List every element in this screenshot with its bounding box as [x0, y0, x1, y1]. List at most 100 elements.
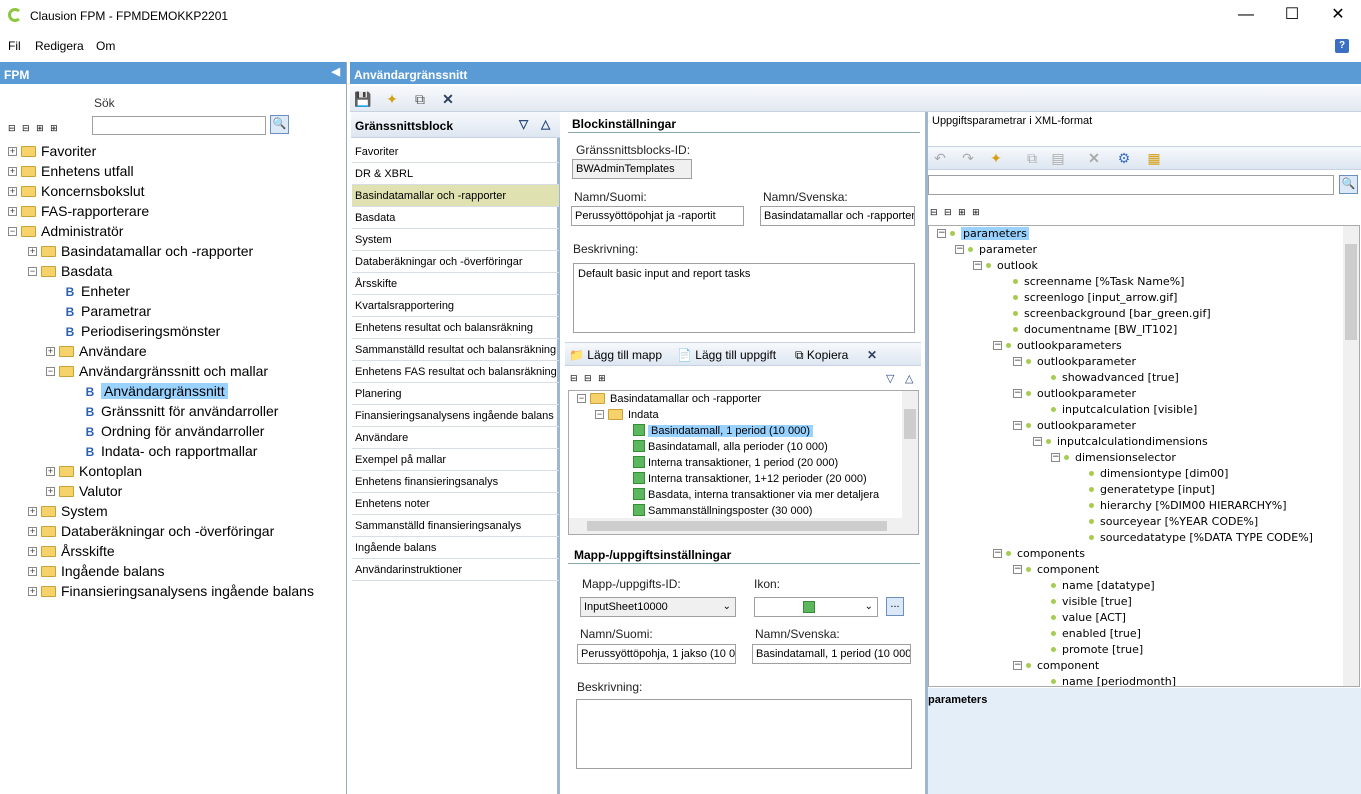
block-item[interactable]: Favoriter: [352, 141, 559, 163]
block-item[interactable]: Ingående balans: [352, 537, 559, 559]
collapse-icon[interactable]: −: [937, 228, 946, 238]
xml-node[interactable]: − components: [993, 546, 1085, 562]
tree-item-anvandargranssnitt-och-mallar[interactable]: − Användargränssnitt och mallar: [46, 361, 268, 381]
copy-button[interactable]: ⧉ Kopiera: [795, 348, 848, 363]
tree-item-finansieringsanalysens-ingaende-balans[interactable]: + Finansieringsanalysens ingående balans: [28, 581, 314, 601]
block-item[interactable]: Exempel på mallar: [352, 449, 559, 471]
tree-item-administrator[interactable]: − Administratör: [8, 221, 123, 241]
expand-icon[interactable]: +: [8, 166, 17, 176]
find-icon[interactable]: ⚙: [1116, 150, 1132, 166]
xml-node[interactable]: − outlookparameters: [993, 338, 1122, 354]
close-icon[interactable]: ✕: [1315, 0, 1361, 32]
tree-item-valutor[interactable]: + Valutor: [46, 481, 122, 501]
expand-icon[interactable]: +: [28, 526, 37, 536]
task-tree-item[interactable]: Interna transaktioner, 1+12 perioder (20…: [633, 471, 867, 487]
collapse-icon[interactable]: −: [973, 260, 982, 270]
xml-node[interactable]: − outlookparameter: [1013, 386, 1136, 402]
collapse-icon[interactable]: −: [1051, 452, 1060, 462]
block-item-selected[interactable]: Basindatamallar och -rapporter: [352, 185, 559, 207]
tree-item-databerakningar[interactable]: + Databeräkningar och -överföringar: [28, 521, 274, 541]
tree-item-koncernsbokslut[interactable]: + Koncernsbokslut: [8, 181, 145, 201]
block-item[interactable]: Basdata: [352, 207, 559, 229]
xml-node[interactable]: − outlookparameter: [1013, 354, 1136, 370]
tree-item-basdata[interactable]: − Basdata: [28, 261, 112, 281]
expand-icon[interactable]: +: [46, 346, 55, 356]
tree-item-enhetens-utfall[interactable]: + Enhetens utfall: [8, 161, 134, 181]
menu-redigera[interactable]: Redigera: [35, 39, 84, 53]
expand-icon[interactable]: +: [28, 546, 37, 556]
move-up-icon[interactable]: △: [541, 117, 550, 131]
block-item[interactable]: Enhetens finansieringsanalys: [352, 471, 559, 493]
xml-node[interactable]: promote [true]: [1051, 642, 1143, 658]
task-tree-item[interactable]: Basindatamall, alla perioder (10 000): [633, 439, 828, 455]
xml-search-input[interactable]: [928, 175, 1334, 195]
block-item[interactable]: DR & XBRL: [352, 163, 559, 185]
search-icon[interactable]: 🔍: [270, 115, 289, 134]
block-name-sv-field[interactable]: Basindatamallar och -rapporter: [760, 206, 915, 226]
tree-item-kontoplan[interactable]: + Kontoplan: [46, 461, 142, 481]
collapse-icon[interactable]: −: [955, 244, 964, 254]
block-item[interactable]: Användarinstruktioner: [352, 559, 559, 581]
copy-icon[interactable]: ⧉: [412, 91, 428, 107]
delete-icon[interactable]: ✕: [440, 91, 456, 107]
expand-icon[interactable]: +: [28, 246, 37, 256]
xml-tree-vscroll[interactable]: [1343, 226, 1359, 686]
tree-item-system[interactable]: + System: [28, 501, 108, 521]
tree-item-basindatamallar[interactable]: + Basindatamallar och -rapporter: [28, 241, 253, 261]
block-id-field[interactable]: BWAdminTemplates: [572, 159, 692, 179]
tree-item-fas-rapporterare[interactable]: + FAS-rapporterare: [8, 201, 149, 221]
tree-item-parametrar[interactable]: B Parametrar: [64, 301, 151, 321]
browse-icon-button[interactable]: ...: [886, 597, 904, 616]
tree-item-granssnitt-for-anvandarroller[interactable]: B Gränssnitt för användarroller: [84, 401, 279, 421]
tree-item-ordning-for-anvandarroller[interactable]: B Ordning för användarroller: [84, 421, 265, 441]
paste-node-icon[interactable]: ▤: [1050, 150, 1066, 166]
move-down-icon[interactable]: ▽: [886, 372, 894, 385]
task-name-sv-field[interactable]: Basindatamall, 1 period (10 000): [752, 644, 911, 664]
expand-icon[interactable]: +: [46, 486, 55, 496]
task-tree-folder[interactable]: − Basindatamallar och -rapporter: [577, 391, 761, 407]
collapse-icon[interactable]: −: [993, 340, 1002, 350]
xml-node[interactable]: screenbackground [bar_green.gif]: [1013, 306, 1211, 322]
minimize-icon[interactable]: —: [1223, 0, 1269, 32]
block-item[interactable]: Kvartalsrapportering: [352, 295, 559, 317]
block-item[interactable]: Enhetens noter: [352, 493, 559, 515]
task-tree-item[interactable]: Basdata, interna transaktioner via mer d…: [633, 487, 879, 503]
xml-node[interactable]: name [periodmonth]: [1051, 674, 1176, 686]
collapse-icon[interactable]: −: [993, 548, 1002, 558]
scroll-thumb[interactable]: [904, 409, 916, 439]
scroll-thumb[interactable]: [587, 521, 887, 531]
xml-node[interactable]: − parameters: [937, 226, 1029, 242]
task-tree-vscroll[interactable]: [902, 391, 918, 518]
collapse-icon[interactable]: −: [1033, 436, 1042, 446]
redo-icon[interactable]: ↷: [960, 150, 976, 166]
expand-icon[interactable]: +: [8, 186, 17, 196]
tree-item-favoriter[interactable]: + Favoriter: [8, 141, 96, 161]
add-node-icon[interactable]: ✦: [988, 150, 1004, 166]
block-desc-field[interactable]: Default basic input and report tasks: [573, 263, 915, 333]
undo-icon[interactable]: ↶: [932, 150, 948, 166]
xml-node[interactable]: sourcedatatype [%DATA TYPE CODE%]: [1089, 530, 1313, 546]
menu-fil[interactable]: Fil: [8, 39, 21, 53]
block-name-fi-field[interactable]: Perussyöttöpohjat ja -raportit: [571, 206, 744, 226]
xml-node[interactable]: inputcalculation [visible]: [1051, 402, 1197, 418]
task-tree-folder[interactable]: − Indata: [595, 407, 659, 423]
block-item[interactable]: Sammanställd finansieringsanalys: [352, 515, 559, 537]
task-tree-hscroll[interactable]: [569, 518, 918, 534]
xml-node[interactable]: − outlookparameter: [1013, 418, 1136, 434]
xml-node[interactable]: dimensiontype [dim00]: [1089, 466, 1228, 482]
expand-icon[interactable]: +: [8, 146, 17, 156]
left-search-input[interactable]: [92, 116, 266, 135]
collapse-icon[interactable]: −: [577, 393, 586, 403]
xml-node[interactable]: visible [true]: [1051, 594, 1132, 610]
delete-node-icon[interactable]: ✕: [1086, 150, 1102, 166]
block-item[interactable]: Sammanställd resultat och balansräkning: [352, 339, 559, 361]
collapse-icon[interactable]: −: [28, 266, 37, 276]
save-icon[interactable]: 💾: [354, 91, 371, 107]
maximize-icon[interactable]: ☐: [1269, 0, 1315, 32]
menu-om[interactable]: Om: [96, 39, 115, 53]
move-up-icon[interactable]: △: [905, 372, 913, 385]
xml-node[interactable]: screenname [%Task Name%]: [1013, 274, 1184, 290]
xml-node[interactable]: − outlook: [973, 258, 1038, 274]
xml-node[interactable]: − component: [1013, 562, 1099, 578]
block-item[interactable]: Enhetens resultat och balansräkning: [352, 317, 559, 339]
